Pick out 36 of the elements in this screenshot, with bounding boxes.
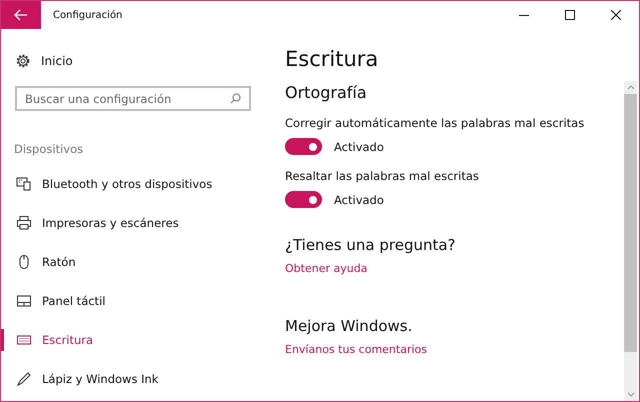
sidebar-item[interactable]: Lápiz y Windows Ink (1, 368, 269, 390)
gear-icon (15, 53, 31, 69)
section-heading: Ortografía (285, 83, 367, 102)
home-item[interactable]: Inicio (15, 51, 269, 71)
close-icon (611, 10, 621, 20)
sidebar-item[interactable]: Bluetooth y otros dispositivos (1, 173, 269, 195)
setting-label: Resaltar las palabras mal escritas (285, 169, 479, 183)
bluetooth-devices-icon (16, 176, 32, 192)
search-field[interactable]: Buscar una configuración (15, 86, 251, 111)
section-heading: ¿Tienes una pregunta? (285, 236, 456, 254)
toggle-switch[interactable] (285, 138, 322, 155)
window-title: Configuración (53, 10, 124, 20)
setting-label: Corregir automáticamente las palabras mal escritas (285, 116, 584, 130)
link[interactable]: Envíanos tus comentarios (285, 343, 427, 356)
maximize-icon (565, 10, 575, 20)
page-title: Escritura (285, 47, 378, 71)
toggle-switch[interactable] (285, 191, 322, 208)
scrollbar-thumb[interactable] (624, 94, 637, 352)
toggle-state-label: Activado (334, 140, 384, 154)
back-arrow-icon (14, 8, 28, 20)
link[interactable]: Obtener ayuda (285, 262, 368, 275)
sidebar-item[interactable]: Impresoras y escáneres (1, 212, 269, 234)
sidebar-item[interactable]: Ratón (1, 251, 269, 273)
pen-icon (16, 371, 32, 387)
sidebar-item[interactable]: Escritura (1, 329, 269, 351)
scroll-down-icon (626, 392, 634, 398)
back-button[interactable] (1, 0, 41, 28)
section-heading: Mejora Windows. (285, 317, 412, 335)
section-label: Dispositivos (14, 142, 84, 156)
scrollbar[interactable] (624, 81, 637, 401)
sidebar-item[interactable]: Panel táctil (1, 290, 269, 312)
toggle-state-label: Activado (334, 192, 384, 206)
printer-icon (16, 215, 32, 231)
scroll-up-icon (626, 84, 634, 90)
search-icon (230, 93, 241, 104)
touchpad-icon (16, 293, 32, 309)
